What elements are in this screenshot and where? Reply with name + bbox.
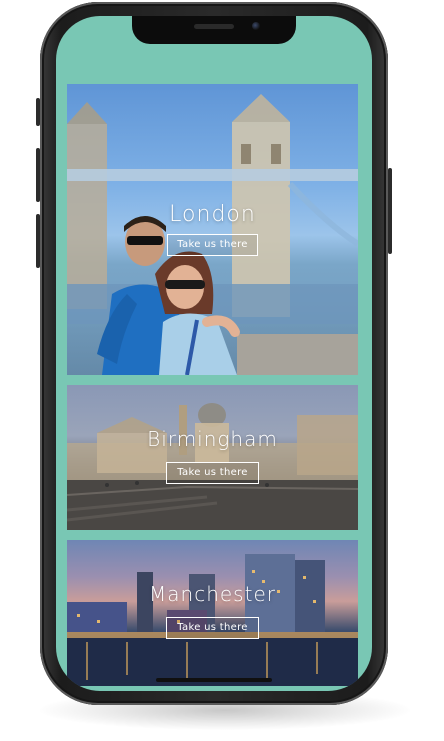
power-button xyxy=(388,168,392,254)
earpiece-speaker xyxy=(194,24,234,29)
home-indicator[interactable] xyxy=(156,678,272,682)
take-us-there-button-manchester[interactable]: Take us there xyxy=(166,617,259,639)
take-us-there-button-birmingham[interactable]: Take us there xyxy=(166,462,259,484)
destination-card-london[interactable]: London Take us there xyxy=(67,84,358,375)
phone-notch xyxy=(132,16,296,44)
london-photo xyxy=(67,84,358,375)
city-title-manchester: Manchester xyxy=(149,582,276,606)
city-title-birmingham: Birmingham xyxy=(147,427,278,451)
take-us-there-button-london[interactable]: Take us there xyxy=(167,234,258,256)
london-scene-illustration xyxy=(67,94,358,375)
birmingham-photo xyxy=(67,385,358,530)
manchester-scene-illustration xyxy=(67,554,358,686)
destination-card-birmingham[interactable]: Birmingham Take us there xyxy=(67,385,358,530)
destination-card-manchester[interactable]: Manchester Take us there xyxy=(67,540,358,686)
front-camera-icon xyxy=(252,22,260,30)
phone-screen: London Take us there Birmingham Take us … xyxy=(56,16,372,691)
manchester-photo xyxy=(67,540,358,686)
device-mockup: London Take us there Birmingham Take us … xyxy=(0,0,444,741)
birmingham-scene-illustration xyxy=(67,403,358,530)
city-title-london: London xyxy=(169,202,256,227)
